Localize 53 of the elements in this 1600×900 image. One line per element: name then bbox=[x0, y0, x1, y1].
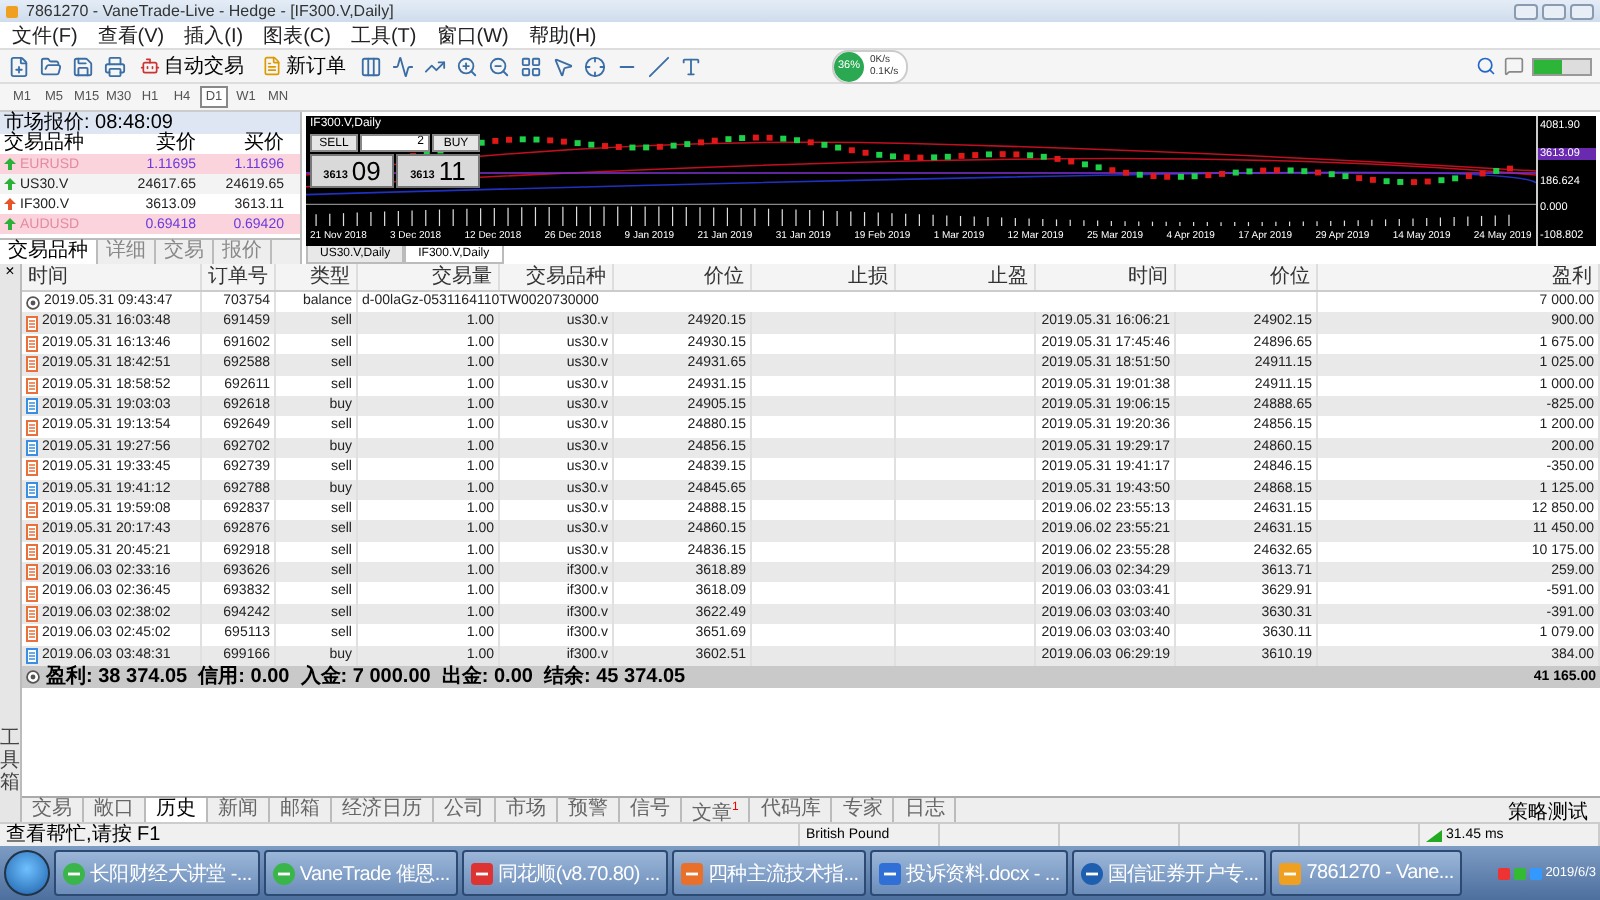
app-logo-icon bbox=[6, 5, 18, 17]
terminal-tab[interactable]: 历史 bbox=[146, 798, 208, 822]
column-header[interactable]: 价位 bbox=[1176, 264, 1318, 290]
auto-trading-button[interactable]: 自动交易 bbox=[136, 52, 248, 80]
text-icon[interactable] bbox=[680, 55, 702, 77]
new-chart-icon[interactable] bbox=[8, 55, 30, 77]
order-icon bbox=[262, 56, 282, 76]
menu-item[interactable]: 图表(C) bbox=[263, 21, 331, 49]
trend-line-icon[interactable] bbox=[648, 55, 670, 77]
column-header[interactable]: 订单号 bbox=[202, 264, 276, 290]
column-header[interactable]: 交易品种 bbox=[500, 264, 614, 290]
search-icon[interactable] bbox=[1476, 56, 1496, 76]
new-order-button[interactable]: 新订单 bbox=[258, 52, 350, 80]
unread-count: 1 bbox=[732, 802, 739, 814]
signal-icon bbox=[1426, 829, 1442, 841]
crosshair-icon[interactable] bbox=[584, 55, 606, 77]
folder-icon[interactable] bbox=[40, 55, 62, 77]
coin-icon bbox=[26, 670, 40, 685]
menu-item[interactable]: 窗口(W) bbox=[436, 21, 509, 49]
column-header: 卖价 bbox=[154, 134, 198, 154]
panel-title: 市场报价: 08:48:09 bbox=[0, 112, 300, 134]
column-header: 交易品种 bbox=[2, 134, 86, 154]
chat-icon[interactable] bbox=[1504, 56, 1524, 76]
column-header[interactable]: 时间 bbox=[22, 264, 202, 290]
menu-item[interactable]: 文件(F) bbox=[12, 21, 78, 49]
summary-text: 盈利: 38 374.05 信用: 0.00 入金: 7 000.00 出金: 0.00 结余: 45 374.05 bbox=[46, 666, 686, 689]
column-header: 买价 bbox=[242, 134, 286, 154]
panel-tab[interactable]: 交易品种 bbox=[0, 240, 98, 264]
connection-bar bbox=[1532, 57, 1592, 75]
column-header[interactable]: 止盈 bbox=[896, 264, 1036, 290]
zoom-in-icon[interactable] bbox=[456, 55, 478, 77]
grid-icon[interactable] bbox=[520, 55, 542, 77]
strategy-tester-button[interactable]: 策略测试 bbox=[1496, 798, 1600, 822]
close-button[interactable]: × bbox=[5, 264, 15, 280]
column-header[interactable]: 盈利 bbox=[1318, 264, 1600, 290]
window-title: 7861270 - VaneTrade-Live - Hedge - [IF300.V,Daily] bbox=[26, 2, 394, 20]
column-header[interactable]: 时间 bbox=[1036, 264, 1176, 290]
menu-item[interactable]: 工具(T) bbox=[350, 21, 417, 49]
column-header[interactable]: 止损 bbox=[752, 264, 896, 290]
robot-icon bbox=[140, 56, 160, 76]
save-icon[interactable] bbox=[72, 55, 94, 77]
cursor-icon[interactable] bbox=[552, 55, 574, 77]
column-header[interactable]: 价位 bbox=[614, 264, 752, 290]
toolbox-label: 工具箱 bbox=[0, 728, 20, 794]
column-header[interactable]: 交易量 bbox=[358, 264, 500, 290]
column-header[interactable]: 类型 bbox=[276, 264, 358, 290]
menu-item[interactable]: 插入(I) bbox=[184, 21, 244, 49]
start-button[interactable] bbox=[4, 850, 50, 896]
menu-item[interactable]: 查看(V) bbox=[97, 21, 165, 49]
bar-chart-icon[interactable] bbox=[360, 55, 382, 77]
zoom-out-icon[interactable] bbox=[488, 55, 510, 77]
printer-icon[interactable] bbox=[104, 55, 126, 77]
menu-item[interactable]: 帮助(H) bbox=[528, 21, 597, 49]
